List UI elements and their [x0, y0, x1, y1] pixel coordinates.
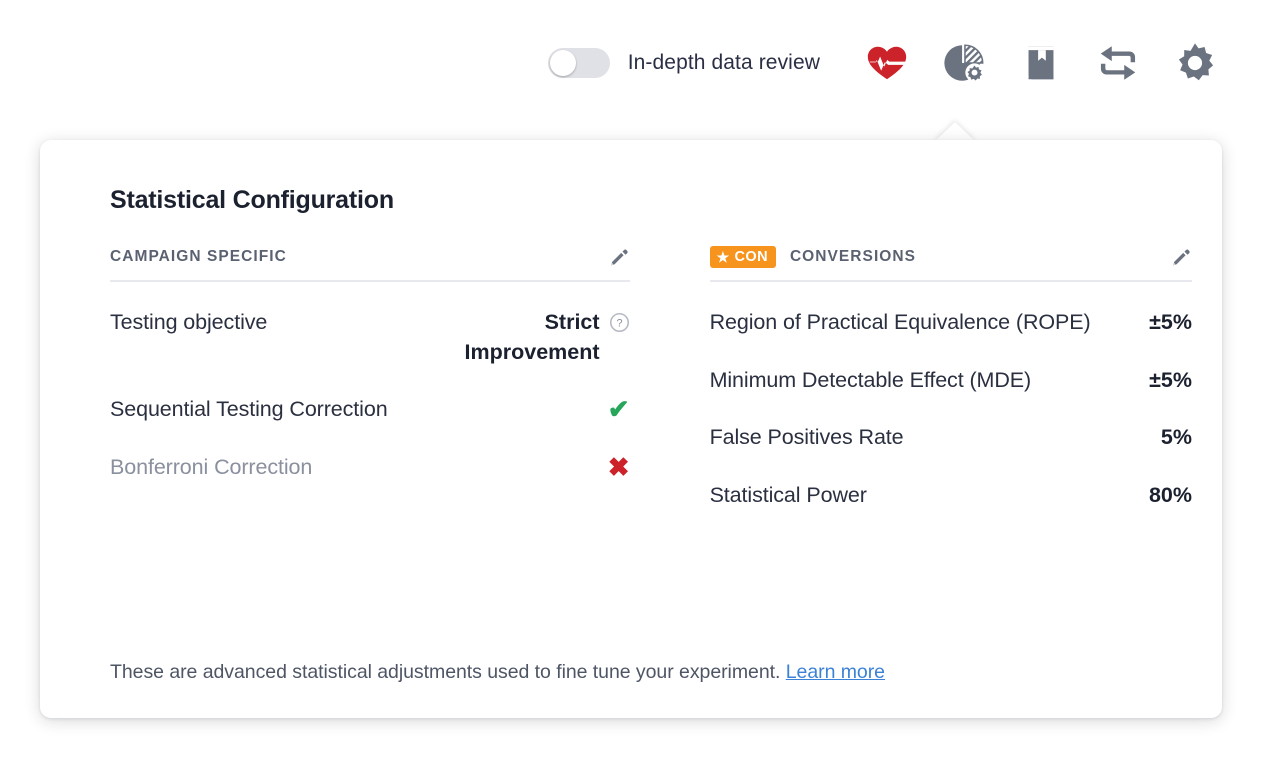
star-icon: ★ [716, 249, 730, 265]
conversion-badge-label: CON [734, 248, 768, 265]
row-value-group: Strict Improvement ? [410, 308, 630, 367]
card-footer: These are advanced statistical adjustmen… [110, 661, 885, 684]
status-check-icon: ✔ [607, 394, 630, 425]
conversion-badge: ★ CON [709, 245, 776, 269]
conversions-header: ★ CON CONVERSIONS [709, 245, 1192, 282]
row-value: 5% [1160, 425, 1192, 450]
sync-refresh-icon[interactable] [1095, 40, 1141, 86]
row-value: 80% [1148, 482, 1192, 507]
row-label: Sequential Testing Correction [110, 397, 388, 422]
pencil-icon[interactable] [608, 246, 630, 268]
campaign-specific-heading: CAMPAIGN SPECIFIC [110, 248, 287, 265]
row-value: ±5% [1149, 310, 1192, 334]
popover-arrow [934, 122, 976, 142]
row-label: Minimum Detectable Effect (MDE) [709, 367, 1032, 392]
campaign-specific-header: CAMPAIGN SPECIFIC [110, 248, 630, 282]
pencil-icon[interactable] [1170, 246, 1192, 268]
in-depth-data-review-toggle[interactable] [547, 48, 610, 78]
row-false-positives-rate[interactable]: False Positives Rate 5% [710, 423, 1192, 453]
row-sequential-testing-correction[interactable]: Sequential Testing Correction ✔ [110, 395, 630, 425]
row-label: Region of Practical Equivalence (ROPE) [709, 310, 1091, 334]
config-columns: CAMPAIGN SPECIFIC Testing objective Stri… [70, 245, 1192, 539]
status-cross-icon: ✖ [607, 451, 630, 482]
toolbar-icon-row [864, 40, 1218, 86]
row-label: Bonferroni Correction [110, 454, 313, 479]
in-depth-data-review-label: In-depth data review [627, 51, 820, 74]
row-bonferroni-correction[interactable]: Bonferroni Correction ✖ [110, 453, 630, 483]
row-value: ±5% [1149, 367, 1192, 392]
campaign-specific-column: CAMPAIGN SPECIFIC Testing objective Stri… [110, 248, 630, 539]
card-title: Statistical Configuration [110, 186, 394, 214]
row-label: Testing objective [110, 310, 268, 334]
row-label: Statistical Power [709, 482, 867, 507]
help-circle-icon[interactable]: ? [609, 312, 630, 333]
conversions-column: ★ CON CONVERSIONS Region of Practical Eq… [709, 245, 1192, 539]
row-testing-objective[interactable]: Testing objective Strict Improvement ? [110, 308, 630, 367]
book-icon[interactable] [1018, 40, 1064, 86]
footer-text: These are advanced statistical adjustmen… [110, 661, 781, 683]
svg-text:?: ? [616, 318, 622, 330]
top-toolbar: In-depth data review [0, 0, 1262, 126]
row-value: Strict Improvement [464, 310, 600, 364]
toggle-knob [549, 50, 576, 76]
campaign-specific-rows: Testing objective Strict Improvement ? S… [110, 308, 630, 483]
statistical-configuration-screen: In-depth data review Statistical Configu… [0, 0, 1262, 770]
row-label: False Positives Rate [709, 425, 904, 450]
in-depth-data-review-toggle-group: In-depth data review [547, 48, 820, 78]
statistical-configuration-card: Statistical Configuration CAMPAIGN SPECI… [40, 140, 1222, 718]
conversions-heading: CONVERSIONS [789, 248, 917, 265]
row-statistical-power[interactable]: Statistical Power 80% [710, 481, 1192, 511]
pie-chart-gear-icon[interactable] [941, 40, 987, 86]
conversions-rows: Region of Practical Equivalence (ROPE) ±… [710, 308, 1192, 511]
row-mde[interactable]: Minimum Detectable Effect (MDE) ±5% [710, 366, 1192, 396]
learn-more-link[interactable]: Learn more [786, 661, 885, 683]
heart-pulse-icon[interactable] [864, 40, 910, 86]
gear-icon[interactable] [1172, 40, 1218, 86]
row-rope[interactable]: Region of Practical Equivalence (ROPE) ±… [710, 308, 1192, 338]
